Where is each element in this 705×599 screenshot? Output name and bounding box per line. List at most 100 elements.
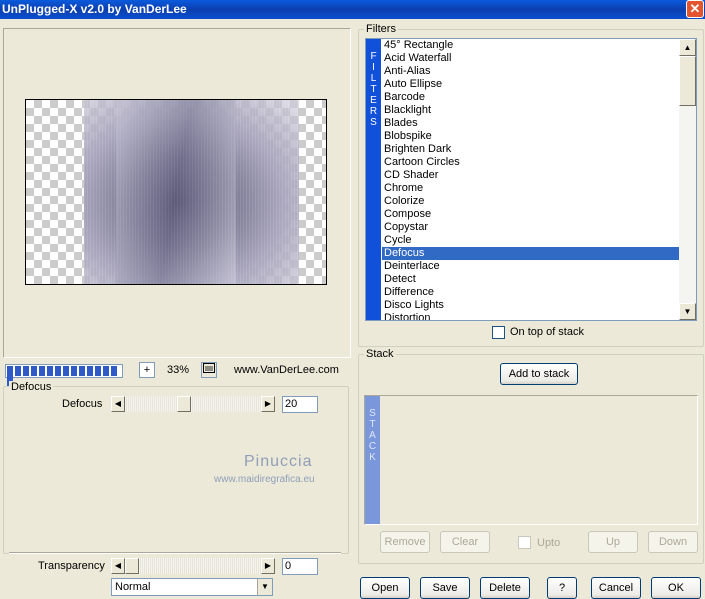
filter-item[interactable]: Barcode [382, 91, 679, 104]
progress-block [103, 366, 109, 376]
filter-item[interactable]: Blades [382, 117, 679, 130]
filters-bar-letter: L [370, 73, 377, 84]
filters-list[interactable]: F I L T E R S 45° Rectangle Acid Waterfal… [365, 38, 697, 321]
divider [9, 552, 341, 554]
delete-button[interactable]: Delete [480, 577, 530, 599]
progress-block [39, 366, 45, 376]
chevron-down-icon[interactable]: ▼ [257, 579, 272, 595]
filter-item[interactable]: Copystar [382, 221, 679, 234]
progress-block [87, 366, 93, 376]
filters-bar-letter: R [369, 106, 378, 117]
stack-bar-letter: A [369, 430, 376, 441]
on-top-checkbox[interactable] [492, 326, 505, 339]
slider-track[interactable] [125, 396, 261, 412]
filters-bar-letter: I [372, 62, 375, 73]
blend-mode-select[interactable]: Normal ▼ [111, 578, 273, 596]
stack-bar-letter: C [368, 441, 377, 452]
filter-item[interactable]: Acid Waterfall [382, 52, 679, 65]
filters-bar-letter: S [370, 117, 377, 128]
transparency-label: Transparency [38, 560, 105, 572]
transparency-slider[interactable]: ◀ ▶ [111, 558, 275, 574]
filter-item[interactable]: CD Shader [382, 169, 679, 182]
watermark-name: Pinuccia [244, 453, 313, 470]
slider-left-button[interactable]: ◀ [111, 396, 125, 412]
upto-label: Upto [537, 537, 561, 549]
clear-button[interactable]: Clear [440, 531, 490, 553]
progress-block [95, 366, 101, 376]
filters-group-label: Filters [364, 23, 398, 35]
filter-item[interactable]: Disco Lights [382, 299, 679, 312]
cancel-button[interactable]: Cancel [591, 577, 641, 599]
help-button[interactable]: ? [547, 577, 577, 599]
filter-item[interactable]: Auto Ellipse [382, 78, 679, 91]
stack-bar-letter: S [369, 408, 376, 419]
filter-item[interactable]: Difference [382, 286, 679, 299]
filter-item[interactable]: 45° Rectangle [382, 39, 679, 52]
filters-bar-letter: E [370, 95, 377, 106]
save-button[interactable]: Save [420, 577, 470, 599]
slider-thumb[interactable] [125, 558, 139, 574]
close-button[interactable]: ✕ [686, 0, 704, 18]
open-button[interactable]: Open [360, 577, 410, 599]
filter-item[interactable]: Defocus [382, 247, 679, 260]
fit-view-icon [203, 363, 215, 373]
filters-scrollbar[interactable]: ▲ ▼ [679, 39, 696, 320]
remove-button[interactable]: Remove [380, 531, 430, 553]
progress-block [79, 366, 85, 376]
progress-block [15, 366, 21, 376]
filter-item[interactable]: Colorize [382, 195, 679, 208]
filter-item[interactable]: Detect [382, 273, 679, 286]
filters-bar-letter: F [370, 51, 377, 62]
website-label: www.VanDerLee.com [234, 364, 339, 376]
params-group-label: Defocus [9, 381, 54, 393]
upto-checkbox[interactable] [518, 536, 531, 549]
filter-item[interactable]: Cycle [382, 234, 679, 247]
fit-view-button[interactable] [201, 362, 217, 378]
slider-left-button[interactable]: ◀ [111, 558, 125, 574]
defocus-label: Defocus [62, 398, 103, 410]
filter-item[interactable]: Chrome [382, 182, 679, 195]
stack-group-label: Stack [364, 348, 396, 360]
progress-block [55, 366, 61, 376]
zoom-level: 33% [167, 364, 190, 376]
filter-item[interactable]: Distortion [382, 312, 679, 320]
defocus-slider[interactable]: ◀ ▶ [111, 396, 275, 412]
progress-bar [5, 364, 123, 386]
filter-item[interactable]: Blacklight [382, 104, 679, 117]
filter-item[interactable]: Brighten Dark [382, 143, 679, 156]
filters-bar-letter: T [370, 84, 377, 95]
add-to-stack-button[interactable]: Add to stack [500, 363, 578, 385]
scroll-up-button[interactable]: ▲ [679, 39, 696, 56]
on-top-label: On top of stack [510, 326, 584, 338]
defocus-value-field[interactable]: 20 [282, 396, 318, 413]
preview-panel[interactable] [3, 28, 351, 358]
blend-mode-value: Normal [115, 581, 151, 593]
scroll-thumb[interactable] [679, 56, 696, 106]
progress-block [7, 366, 13, 376]
image-highlight [116, 100, 236, 284]
down-button[interactable]: Down [648, 531, 698, 553]
title-bar: UnPlugged-X v2.0 by VanDerLee ✕ [0, 0, 705, 19]
ok-button[interactable]: OK [651, 577, 701, 599]
slider-right-button[interactable]: ▶ [261, 396, 275, 412]
stack-bar: S T A C K [365, 396, 380, 524]
slider-thumb[interactable] [177, 396, 192, 412]
scroll-down-button[interactable]: ▼ [679, 303, 696, 320]
filter-item[interactable]: Cartoon Circles [382, 156, 679, 169]
up-button[interactable]: Up [588, 531, 638, 553]
watermark-url: www.maidiregrafica.eu [214, 474, 315, 485]
transparency-value-field[interactable]: 0 [282, 558, 318, 575]
filter-item[interactable]: Compose [382, 208, 679, 221]
progress-block [31, 366, 37, 376]
zoom-in-button[interactable]: + [139, 362, 155, 378]
progress-block [47, 366, 53, 376]
progress-block [63, 366, 69, 376]
slider-track[interactable] [125, 558, 261, 574]
filter-item[interactable]: Deinterlace [382, 260, 679, 273]
stack-bar-letter: K [369, 452, 376, 463]
filter-item[interactable]: Blobspike [382, 130, 679, 143]
progress-block [71, 366, 77, 376]
slider-right-button[interactable]: ▶ [261, 558, 275, 574]
filter-item[interactable]: Anti-Alias [382, 65, 679, 78]
stack-list[interactable]: S T A C K [364, 395, 698, 525]
